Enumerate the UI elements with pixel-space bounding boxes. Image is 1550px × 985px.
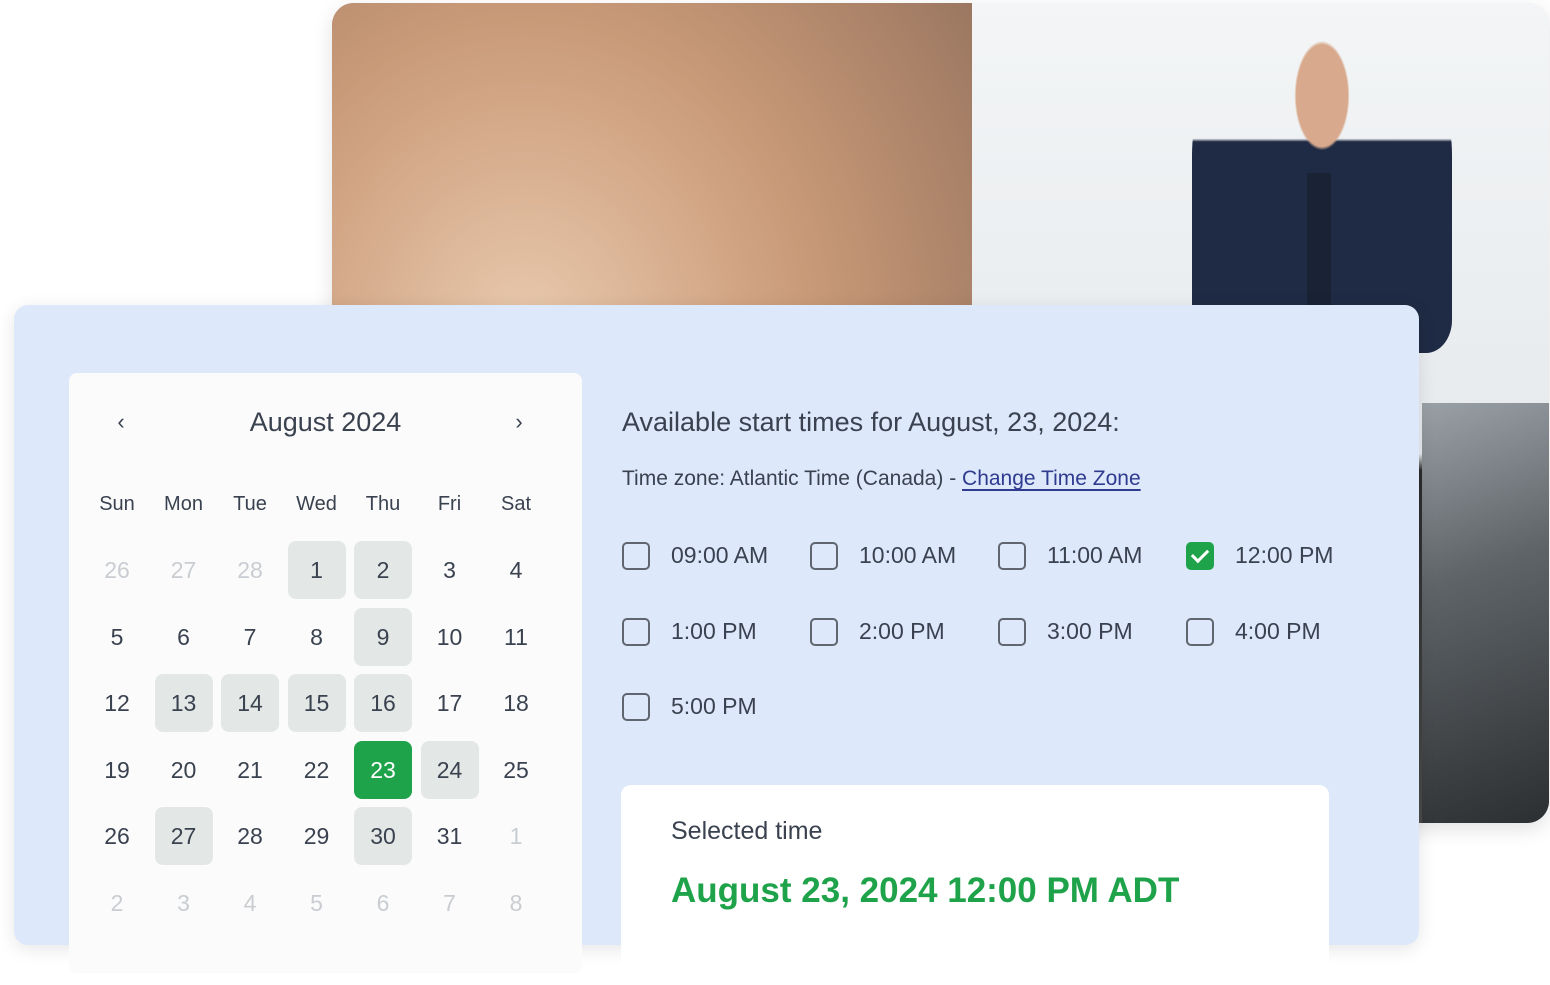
calendar-day: 2: [110, 889, 124, 916]
calendar-day: 4: [243, 889, 257, 916]
selected-time-card: Selected time August 23, 2024 12:00 PM A…: [621, 785, 1329, 985]
weekday-thu: Thu: [365, 493, 401, 515]
calendar-day[interactable]: 14: [221, 674, 279, 732]
calendar-day-selected[interactable]: 23: [354, 740, 412, 799]
time-slot-checkbox[interactable]: [998, 618, 1026, 646]
timezone-text: Time zone: Atlantic Time (Canada) -: [622, 467, 963, 490]
calendar-day[interactable]: 16: [354, 674, 412, 732]
calendar-day: 4: [509, 557, 523, 583]
weekday-wed: Wed: [296, 493, 337, 515]
time-slot-checkbox[interactable]: [998, 542, 1026, 570]
time-slot-label: 09:00 AM: [671, 542, 769, 568]
scheduler-panel: ‹ August 2024 › Sun Mon Tue Wed Thu Fri Sat 26…: [14, 305, 1419, 985]
time-slot-checkbox-checked[interactable]: [1186, 542, 1214, 570]
calendar-day: 10: [436, 623, 463, 650]
calendar-day: 17: [436, 690, 463, 716]
available-times-title: Available start times for August, 23, 20…: [622, 407, 1120, 437]
calendar-day: 8: [310, 623, 323, 650]
calendar-day: 8: [509, 889, 523, 916]
calendar-day: 28: [237, 557, 263, 583]
weekday-tue: Tue: [233, 493, 267, 515]
calendar-day: 29: [303, 823, 330, 849]
time-slot-checkbox[interactable]: [622, 693, 650, 721]
calendar-day: 7: [243, 623, 257, 650]
weekday-sat: Sat: [500, 493, 532, 515]
weekday-sun: Sun: [99, 493, 135, 515]
calendar-day: 28: [237, 823, 263, 849]
time-slot-label: 11:00 AM: [1047, 542, 1143, 568]
calendar-day: 25: [503, 756, 529, 783]
photo-tie: [1307, 173, 1331, 313]
time-slot-label: 3:00 PM: [1047, 618, 1133, 644]
time-slot-label: 2:00 PM: [859, 618, 945, 644]
calendar-day: 22: [303, 756, 330, 783]
calendar-day: 21: [237, 756, 263, 783]
calendar-day: 27: [170, 557, 197, 583]
time-slot-checkbox[interactable]: [810, 542, 838, 570]
time-slot-label: 4:00 PM: [1235, 618, 1321, 644]
time-slot-label: 12:00 PM: [1235, 542, 1334, 568]
calendar-day[interactable]: 30: [354, 807, 412, 865]
calendar-day: 11: [504, 623, 528, 650]
calendar-day: 3: [443, 557, 456, 583]
calendar-day: 1: [509, 823, 523, 849]
calendar-day: 20: [170, 756, 197, 783]
calendar-day: 6: [177, 623, 190, 650]
time-slot-checkbox[interactable]: [810, 618, 838, 646]
selected-time-value: August 23, 2024 12:00 PM ADT: [671, 871, 1180, 910]
time-slot-checkbox[interactable]: [622, 618, 650, 646]
timezone-line: Time zone: Atlantic Time (Canada) - Chan…: [622, 467, 1141, 491]
selected-time-label: Selected time: [671, 817, 823, 845]
calendar-day[interactable]: 24: [420, 740, 479, 799]
calendar: ‹ August 2024 › Sun Mon Tue Wed Thu Fri Sat 26…: [69, 373, 582, 973]
calendar-day: 6: [376, 889, 390, 916]
weekday-mon: Mon: [164, 493, 203, 515]
next-month-button[interactable]: ›: [505, 409, 533, 437]
calendar-day: 26: [104, 823, 130, 849]
time-slot-label: 1:00 PM: [671, 618, 757, 644]
calendar-day: 12: [104, 690, 130, 716]
calendar-day[interactable]: 15: [287, 674, 346, 732]
time-slot-checkbox[interactable]: [1186, 618, 1214, 646]
calendar-day: 3: [177, 889, 190, 916]
time-slot-label: 10:00 AM: [859, 542, 957, 568]
calendar-day[interactable]: 27: [154, 807, 213, 865]
calendar-day: 5: [310, 889, 323, 916]
calendar-day: 31: [436, 823, 463, 849]
time-slot-checkbox[interactable]: [622, 542, 650, 570]
calendar-day: 26: [104, 557, 130, 583]
calendar-day[interactable]: 13: [154, 674, 213, 732]
time-slot-label: 5:00 PM: [671, 693, 757, 719]
photo-laptop: [1422, 403, 1549, 823]
calendar-day[interactable]: 1: [287, 541, 346, 599]
calendar-day[interactable]: 9: [354, 607, 412, 666]
calendar-day[interactable]: 2: [354, 541, 412, 599]
weekday-fri: Fri: [437, 493, 462, 515]
change-timezone-link[interactable]: Change Time Zone: [962, 467, 1141, 490]
calendar-day: 19: [104, 756, 130, 783]
calendar-day: 18: [503, 690, 529, 716]
calendar-day: 7: [443, 889, 456, 916]
calendar-day: 5: [110, 623, 124, 650]
calendar-header: ‹ August 2024 ›: [69, 403, 582, 443]
